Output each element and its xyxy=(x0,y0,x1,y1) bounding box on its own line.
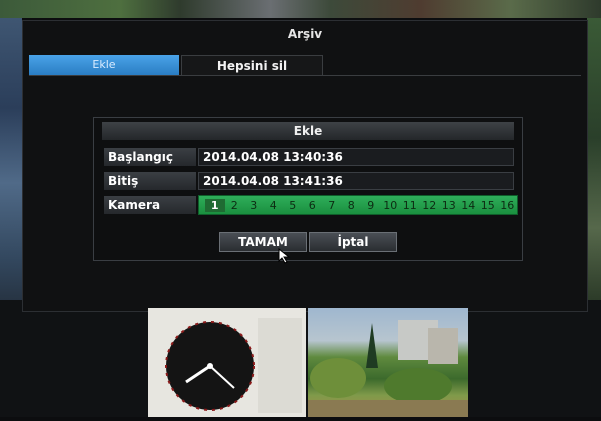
camera-option-2[interactable]: 2 xyxy=(225,199,245,212)
tab-divider xyxy=(29,75,581,76)
camera-option-5[interactable]: 5 xyxy=(283,199,303,212)
end-datetime-field[interactable]: 2014.04.08 13:41:36 xyxy=(198,172,514,190)
ok-button[interactable]: TAMAM xyxy=(219,232,307,252)
start-label: Başlangıç xyxy=(104,148,196,166)
tab-add[interactable]: Ekle xyxy=(29,55,179,75)
end-label: Bitiş xyxy=(104,172,196,190)
camera-option-3[interactable]: 3 xyxy=(244,199,264,212)
archive-window: Arşiv Ekle Hepsini sil Ekle Başlangıç 20… xyxy=(22,20,588,312)
camera-option-9[interactable]: 9 xyxy=(361,199,381,212)
background-camera-strip-right xyxy=(587,18,601,318)
background-camera-strip-top xyxy=(0,0,601,18)
window-title: Arşiv xyxy=(287,27,323,41)
camera-option-12[interactable]: 12 xyxy=(420,199,440,212)
add-dialog: Ekle Başlangıç 2014.04.08 13:40:36 Bitiş… xyxy=(93,117,523,261)
camera-option-14[interactable]: 14 xyxy=(459,199,479,212)
camera-thumbnail-street xyxy=(308,308,468,417)
camera-option-8[interactable]: 8 xyxy=(342,199,362,212)
camera-label: Kamera xyxy=(104,196,196,214)
camera-option-11[interactable]: 11 xyxy=(400,199,420,212)
camera-thumbnail-clock xyxy=(148,308,306,417)
tab-delete-all[interactable]: Hepsini sil xyxy=(181,55,323,76)
mouse-pointer-icon xyxy=(278,248,291,264)
camera-option-13[interactable]: 13 xyxy=(439,199,459,212)
camera-option-16[interactable]: 16 xyxy=(498,199,518,212)
camera-option-1[interactable]: 1 xyxy=(205,198,225,212)
dialog-title: Ekle xyxy=(102,122,514,140)
camera-option-15[interactable]: 15 xyxy=(478,199,498,212)
background-camera-strip-left xyxy=(0,18,22,318)
cancel-button[interactable]: İptal xyxy=(309,232,397,252)
camera-option-7[interactable]: 7 xyxy=(322,199,342,212)
camera-option-10[interactable]: 10 xyxy=(381,199,401,212)
camera-selector[interactable]: 1 2 3 4 5 6 7 8 9 10 11 12 13 14 15 16 xyxy=(198,195,518,215)
start-datetime-field[interactable]: 2014.04.08 13:40:36 xyxy=(198,148,514,166)
camera-option-6[interactable]: 6 xyxy=(303,199,323,212)
camera-option-4[interactable]: 4 xyxy=(264,199,284,212)
